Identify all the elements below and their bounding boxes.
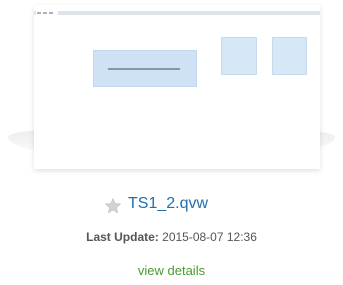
document-thumbnail[interactable] — [34, 5, 320, 169]
last-update-row: Last Update: 2015-08-07 12:36 — [0, 230, 343, 244]
thumbnail-object-a — [221, 37, 257, 75]
details-row: view details — [0, 262, 343, 280]
view-details-link[interactable]: view details — [138, 263, 205, 278]
star-icon[interactable] — [104, 197, 122, 215]
thumbnail-object-b — [272, 37, 307, 75]
thumbnail-main-object — [93, 50, 197, 87]
document-title-link[interactable]: TS1_2.qvw — [128, 195, 208, 213]
document-title-row: TS1_2.qvw — [104, 193, 208, 215]
thumbnail-toolbar-dots — [37, 12, 53, 14]
thumbnail-toolbar — [34, 11, 320, 15]
last-update-value: 2015-08-07 12:36 — [162, 230, 257, 244]
thumbnail-main-object-line — [108, 68, 180, 70]
last-update-label: Last Update: — [86, 230, 159, 244]
document-card: TS1_2.qvw Last Update: 2015-08-07 12:36 … — [0, 0, 343, 285]
